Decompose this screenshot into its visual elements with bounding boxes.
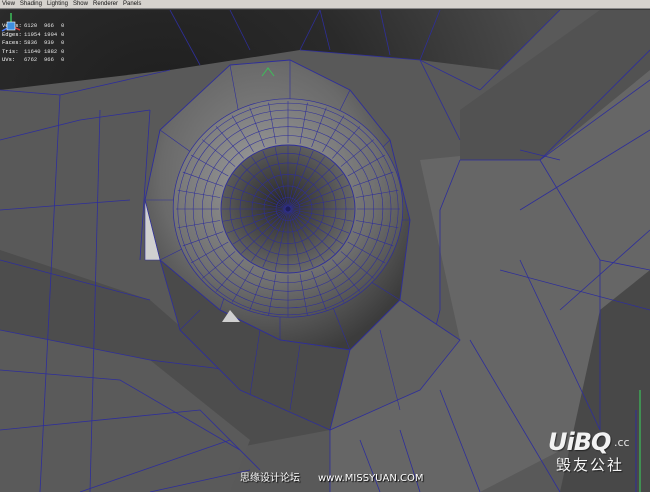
hud-value: 11640 <box>24 47 41 55</box>
hud-value: 6120 <box>24 22 38 29</box>
menu-panels[interactable]: Panels <box>123 0 141 9</box>
hud-value: 0 <box>61 30 65 38</box>
hud-value: 1882 <box>44 47 58 55</box>
credit-url: www.MISSYUAN.COM <box>318 473 424 484</box>
menu-view[interactable]: View <box>2 0 15 9</box>
view-axis-icon[interactable] <box>0 10 22 38</box>
hud-value: 0 <box>61 39 65 46</box>
hud-row: Tris: 11640 1882 0 <box>2 48 64 57</box>
hud-value: 11954 <box>24 30 41 38</box>
hud-value: 1904 <box>44 30 58 38</box>
hud-label: Faces: <box>2 39 22 46</box>
hud-row: UVs: 6762 966 0 <box>2 56 64 65</box>
hud-value: 0 <box>61 22 65 29</box>
watermark-site-name: 毁友公社 <box>556 457 625 474</box>
hud-value: 966 <box>44 56 54 63</box>
menu-shading[interactable]: Shading <box>20 0 42 9</box>
hud-label: UVs: <box>2 56 16 63</box>
watermark-domain: .cc <box>614 436 630 449</box>
hud-label: Tris: <box>2 47 19 55</box>
hud-row: Faces: 5836 939 0 <box>2 39 64 48</box>
3d-viewport[interactable]: Verts: 6120 966 0 Edges: 11954 1904 0 Fa… <box>0 10 650 492</box>
menu-show[interactable]: Show <box>73 0 88 9</box>
credit-line: 思缘设计论坛 www.MISSYUAN.COM <box>240 469 423 484</box>
menu-lighting[interactable]: Lighting <box>47 0 68 9</box>
credit-site-name: 思缘设计论坛 <box>240 473 300 484</box>
hud-value: 6762 <box>24 56 38 63</box>
watermark-logo: UiBQ <box>548 428 611 456</box>
hud-value: 0 <box>61 56 65 63</box>
hud-value: 966 <box>44 22 54 29</box>
hud-value: 939 <box>44 39 54 46</box>
hole-center-pole <box>285 206 291 212</box>
hud-value: 0 <box>61 47 65 55</box>
menu-renderer[interactable]: Renderer <box>93 0 118 9</box>
viewport-menubar: View Shading Lighting Show Renderer Pane… <box>0 0 650 9</box>
hud-value: 5836 <box>24 39 38 46</box>
wireframe-mesh-render <box>0 10 650 492</box>
